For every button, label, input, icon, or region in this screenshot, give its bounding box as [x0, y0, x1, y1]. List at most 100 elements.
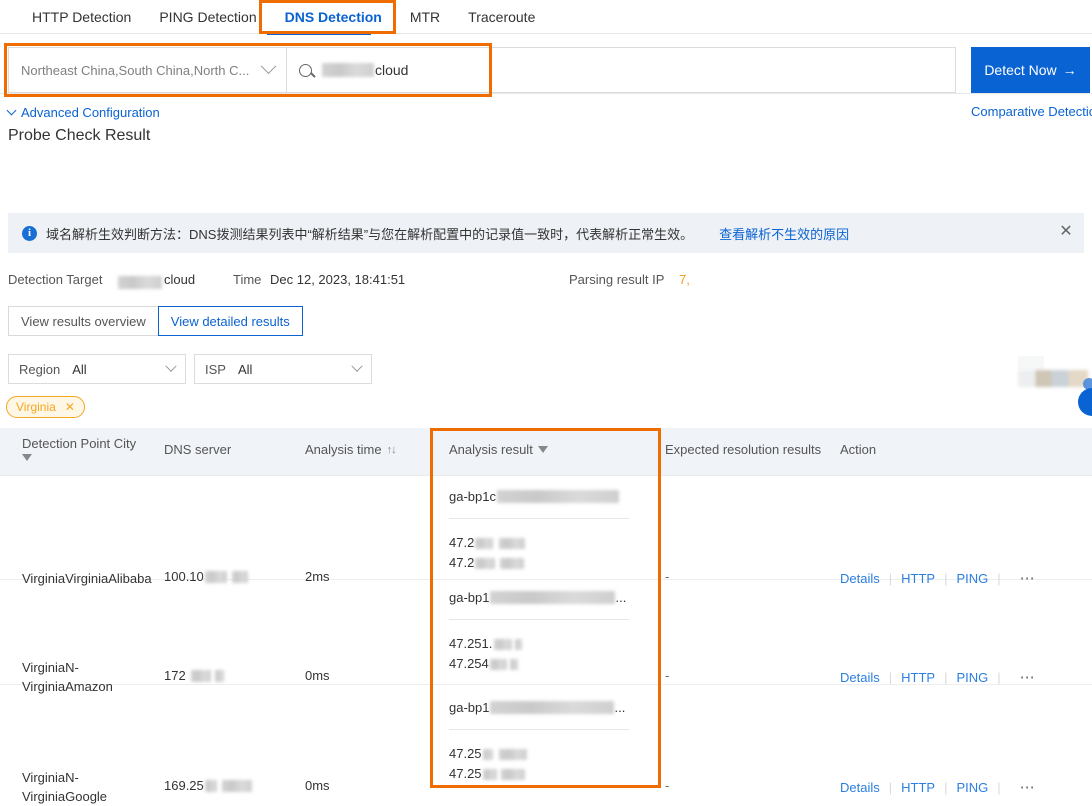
redacted-ip [475, 537, 494, 549]
col-header-detection-point-city[interactable]: Detection Point City [22, 436, 136, 461]
redacted-ip [489, 658, 507, 670]
cell-action: Details | HTTP | PING | ⋯ [840, 668, 1036, 686]
col-header-analysis-time[interactable]: Analysis time ↑↓ [305, 442, 397, 457]
time-label: Time [233, 272, 262, 287]
detection-target-label: Detection Target [8, 272, 103, 287]
isp-filter-label: ISP [205, 361, 226, 377]
analysis-result-hostname-ellipsis: ... [615, 590, 627, 605]
tab-dns-detection[interactable]: DNS Detection [271, 0, 396, 34]
tab-results-overview[interactable]: View results overview [8, 306, 159, 336]
tab-http-detection[interactable]: HTTP Detection [18, 0, 145, 34]
col-header-analysis-result[interactable]: Analysis result [449, 442, 548, 457]
redacted-ip [509, 658, 518, 670]
tab-mtr[interactable]: MTR [396, 0, 454, 34]
detection-target-value: cloud [164, 272, 196, 287]
chevron-down-icon [165, 360, 177, 372]
analysis-result-ip-1-prefix: 47.2 [449, 535, 475, 550]
cell-detection-point-city-value: VirginiaN-VirginiaGoogle [22, 770, 108, 804]
result-divider [449, 729, 629, 730]
redacted-domain [322, 63, 374, 77]
more-actions-icon[interactable]: ⋯ [1020, 778, 1036, 796]
filter-icon[interactable] [22, 454, 32, 461]
action-ping-link[interactable]: PING [956, 670, 988, 685]
filter-icon[interactable] [537, 446, 548, 453]
active-filter-tag-virginia[interactable]: Virginia ✕ [6, 396, 85, 418]
redacted-ip [500, 557, 525, 569]
analysis-result-ip-1: 47.2 [449, 533, 649, 553]
comparative-detection-link[interactable]: Comparative Detection [971, 104, 1092, 119]
detect-now-button[interactable]: Detect Now → [971, 47, 1090, 93]
action-separator: | [997, 669, 1001, 685]
action-details-link[interactable]: Details [840, 780, 880, 795]
analysis-result-hostname-prefix: ga-bp1 [449, 700, 490, 715]
advanced-configuration-label: Advanced Configuration [21, 105, 160, 120]
table-row[interactable]: VirginiaN-VirginiaGoogle 169.25 0ms ga-b… [0, 685, 1092, 804]
redacted-ip [482, 768, 497, 780]
filter-tag-label: Virginia [16, 400, 56, 414]
chevron-down-icon [6, 105, 17, 116]
search-input[interactable]: cloud [287, 47, 956, 93]
arrow-right-icon: → [1062, 62, 1077, 78]
info-icon: i [22, 225, 37, 241]
floating-action-button[interactable] [1078, 388, 1092, 416]
page-title: Probe Check Result [8, 127, 151, 144]
col-header-city-label: Detection Point City [22, 436, 137, 451]
redacted-ip [499, 537, 526, 549]
parsing-result-ip-label: Parsing result IP [569, 272, 665, 287]
close-icon[interactable]: ✕ [1058, 224, 1074, 240]
redacted-ip-part [221, 779, 252, 792]
close-icon[interactable]: ✕ [65, 400, 75, 414]
action-separator: | [997, 779, 1001, 795]
redacted-ip [500, 768, 525, 780]
more-actions-icon[interactable]: ⋯ [1020, 668, 1036, 686]
result-divider [449, 518, 629, 519]
info-banner: i 域名解析生效判断方法：DNS拨测结果列表中“解析结果”与您在解析配置中的记录… [8, 213, 1084, 253]
action-ping-link[interactable]: PING [956, 780, 988, 795]
cell-dns-server-value: 172 [164, 668, 186, 683]
region-select[interactable]: Northeast China,South China,North C... [8, 47, 287, 93]
time-value: Dec 12, 2023, 18:41:51 [270, 272, 406, 287]
tab-ping-detection[interactable]: PING Detection [145, 0, 270, 34]
redacted-ip [482, 748, 493, 760]
isp-filter-value: All [237, 361, 253, 377]
col-header-time-label: Analysis time [305, 442, 382, 457]
result-divider [449, 619, 629, 620]
advanced-configuration-toggle[interactable]: Advanced Configuration [6, 105, 160, 120]
filter-row: Region All ISP All [8, 354, 372, 384]
sort-icon[interactable]: ↑↓ [387, 444, 397, 456]
redacted-ip [498, 748, 527, 760]
results-table: Detection Point City DNS server Analysis… [0, 428, 1092, 804]
info-banner-link[interactable]: 查看解析不生效的原因 [719, 224, 849, 243]
cell-dns-server: 172 [164, 668, 224, 683]
tab-detailed-results[interactable]: View detailed results [157, 306, 303, 336]
redacted-ip-part [214, 669, 224, 682]
cell-analysis-result: ga-bp1 ... 47.251. 47.254 [449, 590, 649, 674]
action-details-link[interactable]: Details [840, 670, 880, 685]
analysis-result-hostname-prefix: ga-bp1c [449, 489, 496, 504]
region-filter[interactable]: Region All [8, 354, 186, 384]
cell-analysis-result: ga-bp1c 47.2 47.2 [449, 489, 649, 573]
analysis-result-hostname-ellipsis: ... [614, 700, 626, 715]
col-header-expected-resolution: Expected resolution results [665, 442, 821, 457]
col-header-expected-label: Expected resolution results [665, 442, 822, 457]
action-http-link[interactable]: HTTP [901, 670, 935, 685]
redacted-hostname [490, 591, 616, 604]
region-filter-label: Region [19, 361, 61, 377]
redacted-widget-bar [1018, 370, 1088, 387]
table-header-row: Detection Point City DNS server Analysis… [0, 428, 1092, 476]
region-filter-value: All [72, 361, 87, 377]
analysis-result-ip-2-prefix: 47.254 [449, 656, 489, 671]
redacted-ip-part [190, 669, 211, 682]
search-input-suffix: cloud [375, 62, 409, 78]
col-header-action-label: Action [840, 442, 877, 457]
redacted-ip [494, 638, 513, 650]
analysis-result-ip-2-prefix: 47.2 [449, 555, 475, 570]
isp-filter[interactable]: ISP All [194, 354, 372, 384]
action-http-link[interactable]: HTTP [901, 780, 935, 795]
table-row[interactable]: VirginiaN-VirginiaAmazon 172 0ms ga-bp1 … [0, 580, 1092, 694]
tab-traceroute[interactable]: Traceroute [454, 0, 549, 34]
redacted-ip [515, 638, 523, 650]
detection-tabbar: HTTP Detection PING Detection DNS Detect… [0, 0, 1092, 35]
analysis-result-hostname: ga-bp1 ... [449, 590, 649, 605]
table-row[interactable]: VirginiaVirginiaAlibaba 100.10 2ms ga-bp… [0, 476, 1092, 587]
